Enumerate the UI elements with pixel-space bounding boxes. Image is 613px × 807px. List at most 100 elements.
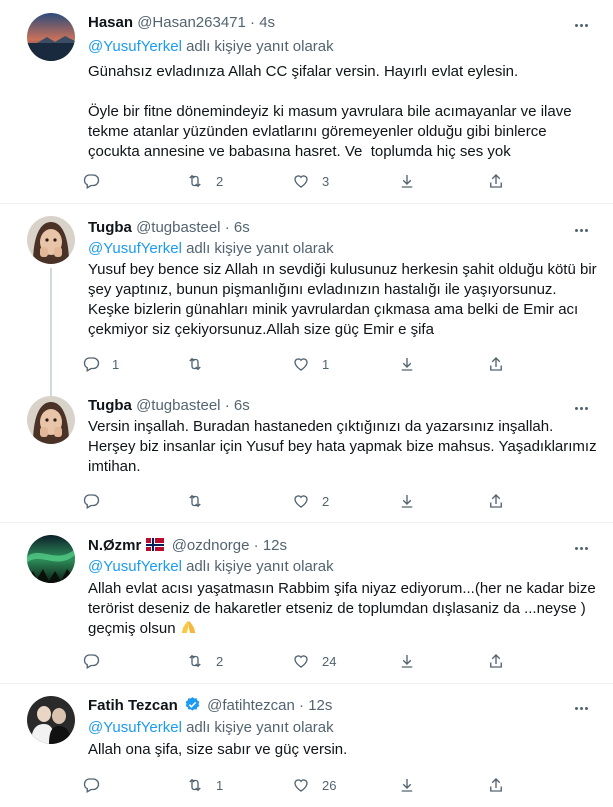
like-icon xyxy=(294,779,308,792)
separator-dot: · xyxy=(250,14,256,31)
reply-context: @YusufYerkel adlı kişiye yanıt olarak xyxy=(88,239,334,259)
thread-connector xyxy=(50,268,52,396)
upload-button[interactable] xyxy=(487,649,505,673)
display-name[interactable]: Tugba xyxy=(88,219,132,236)
tweet-header: Tugba @tugbasteel · 6s xyxy=(88,218,250,238)
tweet-text: Versin inşallah. Buradan hastaneden çıkt… xyxy=(88,418,601,475)
reply-button[interactable]: 1 xyxy=(82,352,119,376)
reply-button[interactable] xyxy=(82,489,112,513)
timestamp[interactable]: 12s xyxy=(308,697,332,714)
like-button[interactable]: 26 xyxy=(292,773,336,797)
upload-icon xyxy=(490,357,502,371)
reply-icon xyxy=(83,654,100,669)
reply-icon xyxy=(83,357,100,372)
avatar[interactable] xyxy=(27,216,75,264)
retweet-button[interactable]: 2 xyxy=(186,169,223,193)
tweet-actions: 1 26 xyxy=(82,773,522,797)
like-icon xyxy=(294,495,308,508)
timestamp[interactable]: 6s xyxy=(234,397,250,414)
retweet-icon xyxy=(189,357,201,371)
more-icon[interactable] xyxy=(569,698,593,718)
like-button[interactable]: 1 xyxy=(292,352,329,376)
tweet-text: Yusuf bey bence siz Allah ın sevdiği kul… xyxy=(88,261,601,338)
avatar[interactable] xyxy=(27,396,75,444)
separator-dot: · xyxy=(253,537,259,554)
like-count: 1 xyxy=(322,356,330,372)
tweet-fatih-tezcan[interactable]: Fatih Tezcan @fatihtezcan · 12s @YusufYe… xyxy=(0,684,613,807)
reply-context: @YusufYerkel adlı kişiye yanıt olarak xyxy=(88,557,334,577)
tweet-header: Tugba @tugbasteel · 6s xyxy=(88,396,250,416)
like-icon xyxy=(294,175,308,188)
username[interactable]: @fatihtezcan xyxy=(207,697,295,714)
display-name[interactable]: Tugba xyxy=(88,397,132,414)
share-button[interactable] xyxy=(398,773,416,797)
upload-button[interactable] xyxy=(487,352,505,376)
retweet-button[interactable] xyxy=(186,352,216,376)
timestamp[interactable]: 6s xyxy=(234,219,250,236)
reply-mention-link[interactable]: @YusufYerkel xyxy=(88,719,182,736)
tweet-header: N.Øzmr @ozdnorge · 12s xyxy=(88,536,287,556)
share-icon xyxy=(401,175,413,188)
more-icon[interactable] xyxy=(569,220,593,240)
reply-button[interactable] xyxy=(82,649,112,673)
timestamp[interactable]: 12s xyxy=(263,537,287,554)
reply-icon xyxy=(83,494,100,509)
like-button[interactable]: 24 xyxy=(292,649,336,673)
share-icon xyxy=(401,779,413,792)
timestamp[interactable]: 4s xyxy=(259,14,275,31)
tweet-header: Hasan @Hasan263471 · 4s xyxy=(88,13,275,33)
tweet-tugba-1[interactable]: Tugba @tugbasteel · 6s @YusufYerkel adlı… xyxy=(0,204,613,396)
reply-suffix: adlı kişiye yanıt olarak xyxy=(181,558,334,575)
more-icon[interactable] xyxy=(569,538,593,558)
share-button[interactable] xyxy=(398,169,416,193)
tweet-text: Allah evlat acısı yaşatmasın Rabbim şifa… xyxy=(88,579,598,639)
like-count: 2 xyxy=(322,493,330,509)
verified-icon xyxy=(185,697,200,711)
retweet-button[interactable]: 1 xyxy=(186,773,223,797)
tweet-text-content: Allah evlat acısı yaşatmasın Rabbim şifa… xyxy=(88,580,600,637)
more-icon[interactable] xyxy=(569,398,593,418)
tweet-actions: 2 xyxy=(82,489,522,513)
retweet-button[interactable] xyxy=(186,489,216,513)
share-button[interactable] xyxy=(398,649,416,673)
retweet-button[interactable]: 2 xyxy=(186,649,223,673)
like-count: 3 xyxy=(322,173,330,189)
tweet-text: Allah ona şifa, size sabır ve güç versin… xyxy=(88,741,348,758)
display-name[interactable]: Fatih Tezcan xyxy=(88,697,178,714)
tweet-hasan[interactable]: Hasan @Hasan263471 · 4s @YusufYerkel adl… xyxy=(0,0,613,203)
display-name[interactable]: Hasan xyxy=(88,14,133,31)
reply-button[interactable] xyxy=(82,773,112,797)
reply-mention-link[interactable]: @YusufYerkel xyxy=(88,558,182,575)
more-icon[interactable] xyxy=(569,15,593,35)
retweet-icon xyxy=(189,174,201,188)
share-icon xyxy=(401,358,413,371)
avatar[interactable] xyxy=(27,13,75,61)
share-button[interactable] xyxy=(398,352,416,376)
reply-mention-link[interactable]: @YusufYerkel xyxy=(88,38,182,55)
share-icon xyxy=(401,495,413,508)
like-icon xyxy=(294,655,308,668)
reply-button[interactable] xyxy=(82,169,112,193)
like-button[interactable]: 3 xyxy=(292,169,329,193)
display-name[interactable]: N.Øzmr xyxy=(88,537,141,554)
tweet-tugba-2[interactable]: Tugba @tugbasteel · 6s Versin inşallah. … xyxy=(0,384,613,522)
upload-button[interactable] xyxy=(487,773,505,797)
avatar[interactable] xyxy=(27,696,75,744)
reply-count: 1 xyxy=(112,356,120,372)
like-count: 24 xyxy=(322,653,337,669)
separator-dot: · xyxy=(299,697,305,714)
reply-mention-link[interactable]: @YusufYerkel xyxy=(88,240,182,257)
username[interactable]: @Hasan263471 xyxy=(137,14,246,31)
avatar[interactable] xyxy=(27,535,75,583)
retweet-icon xyxy=(189,654,201,668)
username[interactable]: @tugbasteel xyxy=(136,219,220,236)
tweet-nozmr[interactable]: N.Øzmr @ozdnorge · 12s @YusufYerkel adlı… xyxy=(0,523,613,683)
tweet-actions: 2 24 xyxy=(82,649,522,673)
upload-button[interactable] xyxy=(487,169,505,193)
share-button[interactable] xyxy=(398,489,416,513)
upload-button[interactable] xyxy=(487,489,505,513)
folded-hands-emoji xyxy=(181,621,196,633)
username[interactable]: @ozdnorge xyxy=(172,537,250,554)
like-button[interactable]: 2 xyxy=(292,489,329,513)
username[interactable]: @tugbasteel xyxy=(136,397,220,414)
